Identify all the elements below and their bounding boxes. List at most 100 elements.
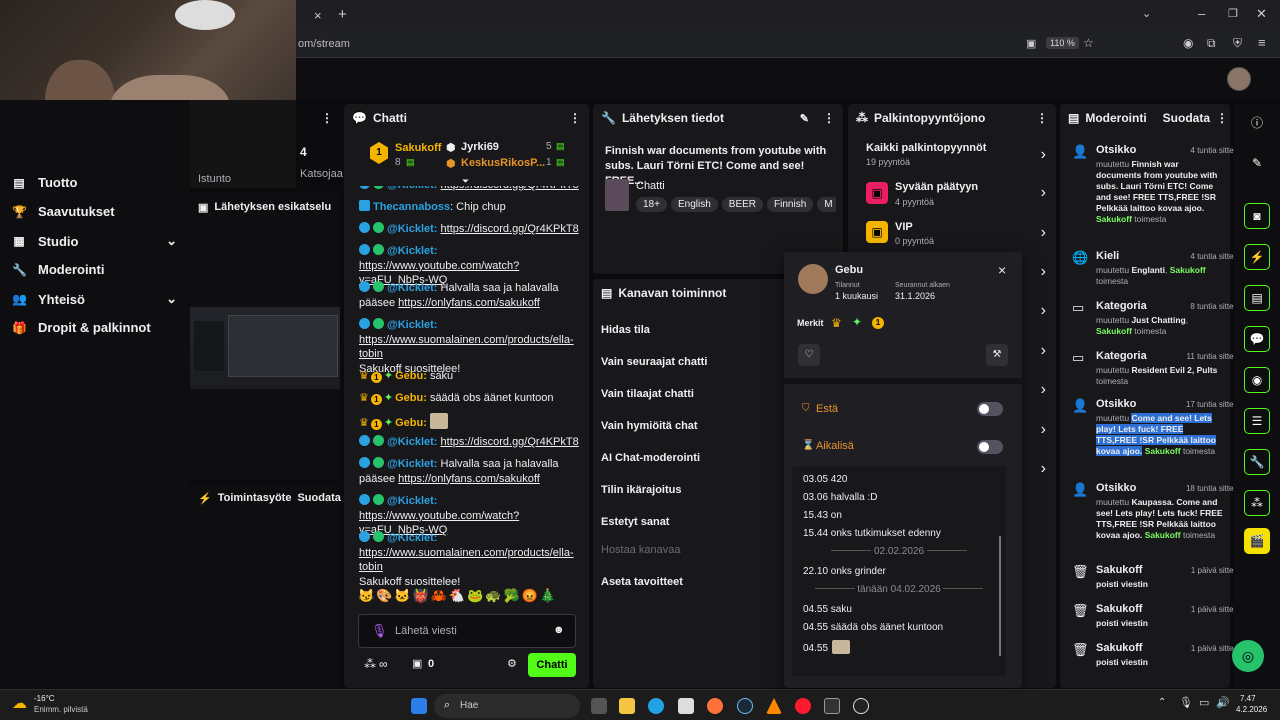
chevron-right-icon[interactable]: › xyxy=(1041,224,1046,242)
chat-link[interactable]: https://discord.gg/Qr4KPkT8 xyxy=(441,223,579,235)
chat-icon[interactable]: 💬 xyxy=(1244,326,1270,352)
zoom-level[interactable]: 110 % xyxy=(1046,37,1079,49)
entry-user[interactable]: Sakukoff xyxy=(1145,446,1181,456)
sidebar-item-moderointi[interactable]: 🔧 Moderointi xyxy=(12,262,104,277)
screenshot-icon[interactable]: ▣ xyxy=(1026,37,1036,50)
chat-settings-gear-icon[interactable]: ⚙ xyxy=(507,657,517,670)
chat-link[interactable]: https://discord.gg/Qr4KPkT8 xyxy=(441,186,579,191)
firefox-icon[interactable] xyxy=(707,698,723,714)
channel-action-item[interactable]: Aseta tavoitteet xyxy=(601,576,683,588)
chevron-right-icon[interactable]: › xyxy=(1041,460,1046,478)
wrench-icon[interactable]: 🔧 xyxy=(1244,449,1270,475)
taskbar-search[interactable]: ⌕ Hae xyxy=(434,694,580,718)
entry-user[interactable]: Sakukoff xyxy=(1096,214,1132,224)
camera-icon[interactable]: ◙ xyxy=(1244,203,1270,229)
channel-action-item[interactable]: Estetyt sanat xyxy=(601,516,669,528)
leader-name[interactable]: Jyrki69 xyxy=(461,141,499,153)
heart-icon[interactable]: ♡ xyxy=(798,344,820,366)
all-rewards-item[interactable]: Kaikki palkintopyynnöt 19 pyyntöä xyxy=(866,142,1036,167)
clapper-icon[interactable]: 🎬 xyxy=(1244,528,1270,554)
chat-link[interactable]: https://discord.gg/Qr4KPkT8 xyxy=(441,436,579,448)
tray-chevron-icon[interactable]: ⌃ xyxy=(1158,697,1166,708)
tag-chip[interactable]: M xyxy=(817,197,836,212)
chevron-right-icon[interactable]: › xyxy=(1041,146,1046,164)
channel-action-item[interactable]: Vain tilaajat chatti xyxy=(601,388,694,400)
steam-icon[interactable] xyxy=(737,698,753,714)
minimize-icon[interactable]: – xyxy=(1198,6,1205,21)
gavel-icon[interactable]: ⚒ xyxy=(986,344,1008,366)
shield-icon[interactable]: ⛨ xyxy=(1233,36,1242,51)
url-text[interactable]: om/stream xyxy=(298,38,350,50)
opera-icon[interactable] xyxy=(795,698,811,714)
points-icon[interactable]: ⁂ xyxy=(364,657,376,671)
file-explorer-icon[interactable] xyxy=(619,698,635,714)
new-tab-button[interactable]: + xyxy=(338,6,347,23)
info-icon[interactable]: ⓘ xyxy=(1244,109,1270,135)
chat-username[interactable]: Thecannaboss xyxy=(373,201,450,213)
reward-icon[interactable]: ⁂ xyxy=(1244,490,1270,516)
info-kebab-icon[interactable]: ⋮ xyxy=(823,111,835,125)
sidebar-item-saavutukset[interactable]: 🏆 Saavutukset xyxy=(12,204,115,219)
list-icon[interactable]: ☰ xyxy=(1244,408,1270,434)
tag-chip[interactable]: Finnish xyxy=(767,197,814,212)
message-history[interactable]: 03.05 420 03.06 halvalla :D 15.43 on 15.44 … xyxy=(792,466,1006,676)
store-icon[interactable] xyxy=(678,698,694,714)
chat-username[interactable]: Gebu: xyxy=(395,392,430,404)
chat-input-placeholder[interactable]: Lähetä viesti xyxy=(395,625,457,637)
chat-username[interactable]: @Kicklet: xyxy=(387,245,437,257)
broadcast-icon[interactable]: ◉ xyxy=(1244,367,1270,393)
windows-start-icon[interactable] xyxy=(411,698,427,714)
tag-chip[interactable]: English xyxy=(670,197,718,212)
microphone-icon[interactable]: 🎙 xyxy=(371,623,388,639)
support-headset-icon[interactable]: ◎ xyxy=(1232,640,1264,672)
chat-link[interactable]: https://www.suomalainen.com/products/ell… xyxy=(359,547,574,574)
sidebar-item-tuotto[interactable]: ▤ Tuotto xyxy=(12,175,77,190)
chat-username[interactable]: @Kicklet: xyxy=(387,186,441,191)
extensions-icon[interactable]: ⧉ xyxy=(1207,36,1216,51)
close-icon[interactable]: × xyxy=(998,262,1006,278)
entry-user[interactable]: Sakukoff xyxy=(1096,326,1132,336)
edge-icon[interactable] xyxy=(648,698,664,714)
leader-name[interactable]: KeskusRikosP... xyxy=(461,157,545,169)
chevron-right-icon[interactable]: › xyxy=(1041,263,1046,281)
tab-list-icon[interactable]: ⌄ xyxy=(1142,7,1151,20)
chat-username[interactable]: Gebu: xyxy=(395,370,430,382)
chat-kebab-icon[interactable]: ⋮ xyxy=(569,111,581,125)
chevron-right-icon[interactable]: › xyxy=(1041,421,1046,439)
tag-chip[interactable]: 18+ xyxy=(636,197,667,212)
moderation-filter-button[interactable]: Suodata xyxy=(1163,111,1210,125)
chevron-right-icon[interactable]: › xyxy=(1041,381,1046,399)
chat-username[interactable]: @Kicklet: xyxy=(387,223,441,235)
chevron-right-icon[interactable]: › xyxy=(1041,342,1046,360)
chat-link[interactable]: https://onlyfans.com/sakukoff xyxy=(398,473,540,485)
chat-link[interactable]: https://www.suomalainen.com/products/ell… xyxy=(359,334,574,361)
emote-row[interactable]: 😼🎨🐱👹🦀🐔🐸🐢🥦😡🎄 xyxy=(358,588,574,608)
sidebar-item-dropit[interactable]: 🎁 Dropit & palkinnot xyxy=(12,320,151,335)
clock-date[interactable]: 4.2.2026 xyxy=(1236,705,1267,714)
chat-username[interactable]: @Kicklet: xyxy=(387,282,441,294)
channel-action-item[interactable]: Tilin ikärajoitus xyxy=(601,484,682,496)
bolt-icon[interactable]: ⚡ xyxy=(1244,244,1270,270)
scrollbar[interactable] xyxy=(999,536,1001,656)
channel-action-item[interactable]: Vain seuraajat chatti xyxy=(601,356,707,368)
chat-username[interactable]: @Kicklet: xyxy=(387,532,437,544)
webcam-panel-kebab[interactable]: ⋮ xyxy=(321,111,333,125)
document-icon[interactable]: ▤ xyxy=(1244,285,1270,311)
sidebar-item-yhteiso[interactable]: 👥 Yhteisö ⌄ xyxy=(12,291,177,307)
weather-icon[interactable]: ☁ xyxy=(12,694,27,712)
close-tab-icon[interactable]: × xyxy=(314,8,322,23)
entry-user[interactable]: Sakukoff xyxy=(1170,265,1206,275)
volume-icon[interactable]: 🔊 xyxy=(1216,696,1230,709)
channel-action-item[interactable]: AI Chat-moderointi xyxy=(601,452,700,464)
chevron-right-icon[interactable]: › xyxy=(1041,302,1046,320)
task-view-icon[interactable] xyxy=(591,698,607,714)
leader-name[interactable]: Sakukoff xyxy=(395,142,441,154)
tag-chip[interactable]: BEER xyxy=(721,197,764,212)
mic-icon[interactable]: 🎙 xyxy=(1179,696,1193,709)
obs-icon[interactable] xyxy=(853,698,869,714)
profile-icon[interactable]: ◉ xyxy=(1183,36,1193,50)
maximize-icon[interactable]: ❐ xyxy=(1228,7,1238,20)
close-window-icon[interactable]: ✕ xyxy=(1256,6,1267,22)
chat-link[interactable]: https://onlyfans.com/sakukoff xyxy=(398,297,540,309)
entry-user[interactable]: Sakukoff xyxy=(1145,530,1181,540)
